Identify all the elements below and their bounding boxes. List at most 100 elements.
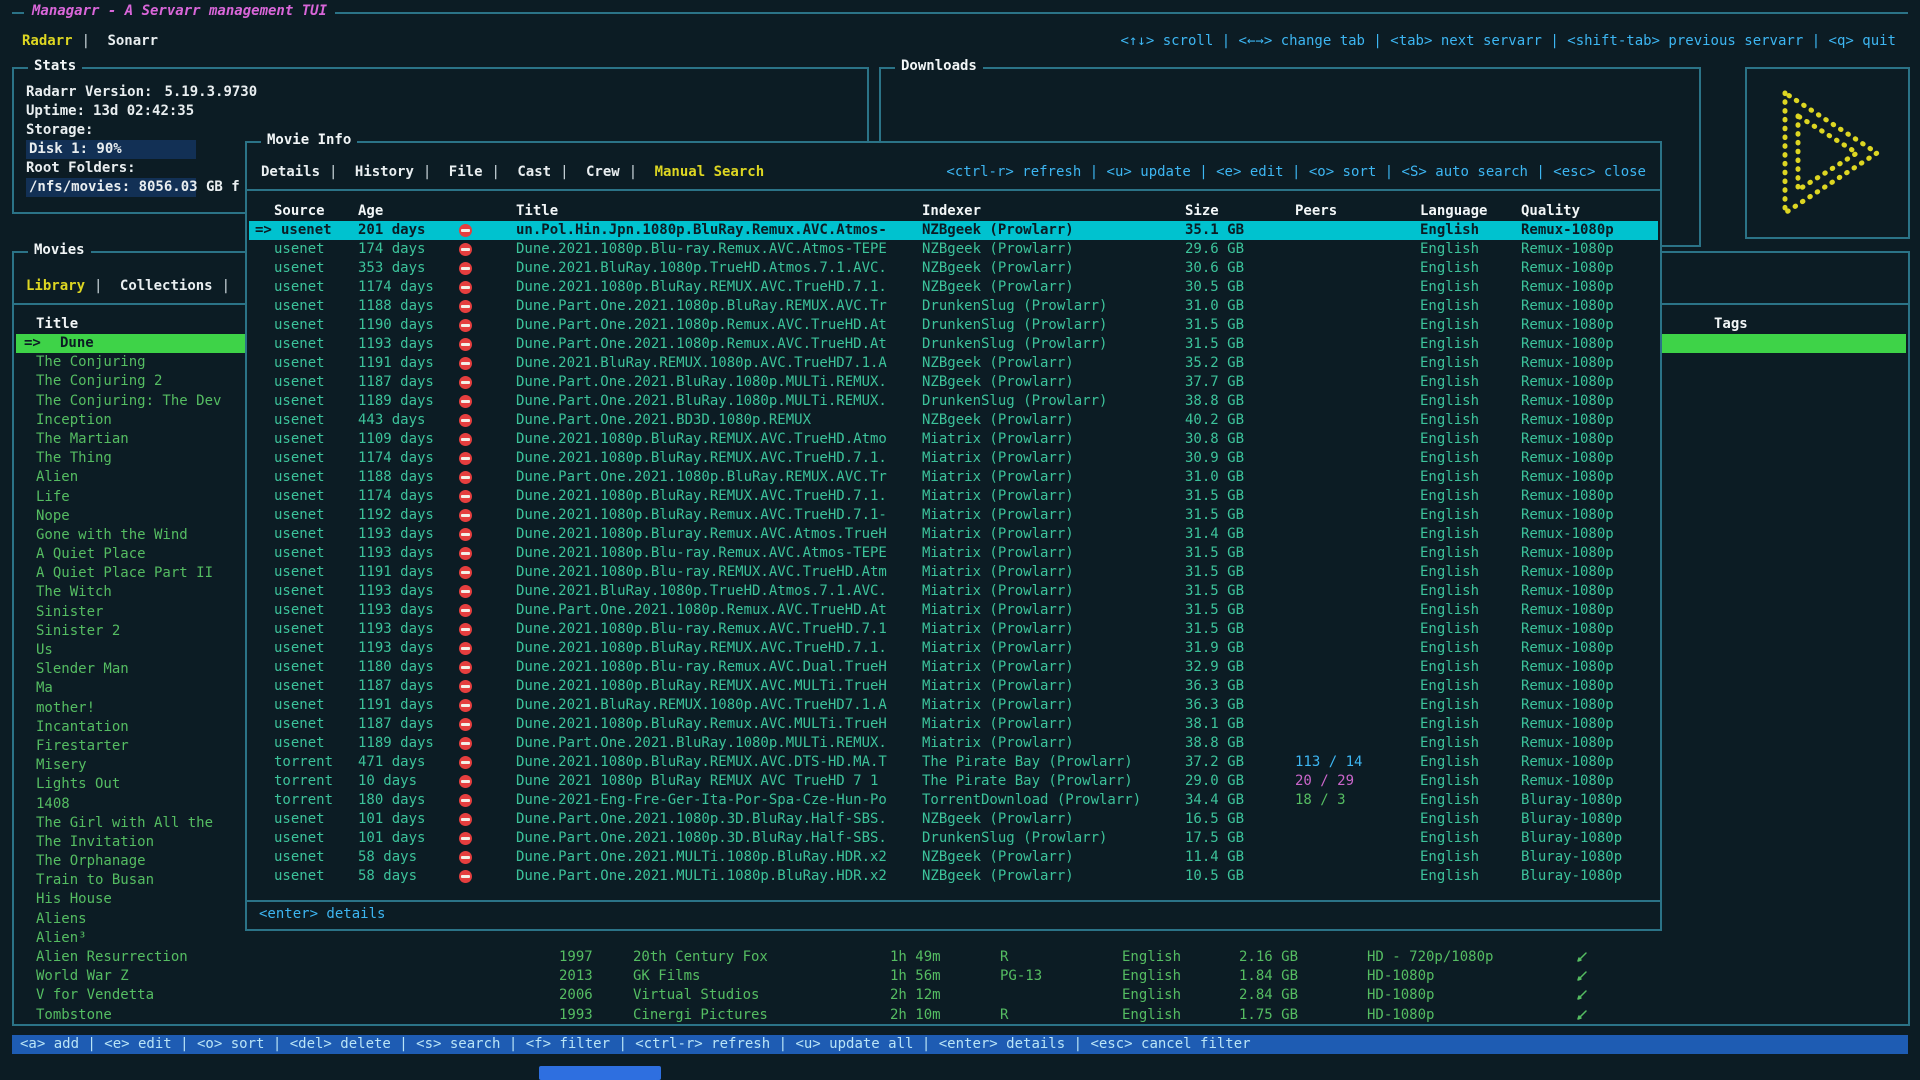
search-result-row[interactable]: usenet 1188 days Dune.Part.One.2021.1080… bbox=[249, 468, 1658, 487]
movie-title: Ma bbox=[36, 679, 53, 698]
search-result-row[interactable]: usenet 1180 days Dune.2021.1080p.Blu-ray… bbox=[249, 658, 1658, 677]
column-size: Size bbox=[1185, 202, 1219, 221]
release-quality: Remux-1080p bbox=[1521, 772, 1614, 791]
search-result-row[interactable]: usenet 101 days Dune.Part.One.2021.1080p… bbox=[249, 810, 1658, 829]
movie-title: Tombstone bbox=[36, 1006, 112, 1025]
movie-title: Train to Busan bbox=[36, 871, 154, 890]
release-indexer: Miatrix (Prowlarr) bbox=[922, 430, 1074, 449]
search-result-row[interactable]: torrent 471 days Dune.2021.1080p.BluRay.… bbox=[249, 753, 1658, 772]
movie-title: Firestarter bbox=[36, 737, 129, 756]
rejected-icon bbox=[459, 262, 472, 275]
release-size: 32.9 GB bbox=[1185, 658, 1244, 677]
release-age: 1193 days bbox=[358, 582, 434, 601]
search-result-row[interactable]: usenet 1191 days Dune.2021.BluRay.REMUX.… bbox=[249, 354, 1658, 373]
movie-size: 1.84 GB bbox=[1239, 967, 1298, 986]
rejected-icon bbox=[459, 376, 472, 389]
servarr-tab[interactable]: Sonarr bbox=[107, 33, 158, 49]
movie-title: Misery bbox=[36, 756, 87, 775]
modal-tab[interactable]: Manual Search bbox=[655, 164, 765, 180]
release-age: 1193 days bbox=[358, 601, 434, 620]
search-result-row[interactable]: usenet 353 days Dune.2021.BluRay.1080p.T… bbox=[249, 259, 1658, 278]
release-title: Dune.2021.1080p.BluRay.Remux.AVC.TrueHD.… bbox=[516, 506, 887, 525]
search-result-row[interactable]: usenet 101 days Dune.Part.One.2021.1080p… bbox=[249, 829, 1658, 848]
release-indexer: DrunkenSlug (Prowlarr) bbox=[922, 829, 1107, 848]
search-result-row[interactable]: usenet 1189 days Dune.Part.One.2021.BluR… bbox=[249, 734, 1658, 753]
column-peers: Peers bbox=[1295, 202, 1337, 221]
release-language: English bbox=[1420, 772, 1479, 791]
movie-title: Lights Out bbox=[36, 775, 120, 794]
search-result-row[interactable]: usenet 1193 days Dune.Part.One.2021.1080… bbox=[249, 335, 1658, 354]
rejected-icon bbox=[459, 433, 472, 446]
search-result-row[interactable]: usenet 1191 days Dune.2021.1080p.Blu-ray… bbox=[249, 563, 1658, 582]
servarr-tab[interactable]: Radarr bbox=[22, 33, 73, 49]
release-indexer: DrunkenSlug (Prowlarr) bbox=[922, 335, 1107, 354]
release-age: 1109 days bbox=[358, 430, 434, 449]
release-source: usenet bbox=[274, 240, 325, 259]
movie-list-row[interactable]: Alien³ bbox=[16, 929, 1906, 948]
release-language: English bbox=[1420, 601, 1479, 620]
search-result-row[interactable]: usenet 1187 days Dune.Part.One.2021.BluR… bbox=[249, 373, 1658, 392]
stat-version: Radarr Version:5.19.3.9730 bbox=[26, 83, 257, 102]
search-result-row[interactable]: usenet 1193 days Dune.Part.One.2021.1080… bbox=[249, 601, 1658, 620]
search-result-row[interactable]: usenet 1189 days Dune.Part.One.2021.BluR… bbox=[249, 392, 1658, 411]
movies-tab[interactable]: Library bbox=[26, 278, 85, 294]
search-result-row[interactable]: usenet 443 days Dune.Part.One.2021.BD3D.… bbox=[249, 411, 1658, 430]
movie-list-row[interactable]: Alien Resurrection 1997 20th Century Fox… bbox=[16, 948, 1906, 967]
search-result-row[interactable]: torrent 10 days Dune 2021 1080p BluRay R… bbox=[249, 772, 1658, 791]
rejection-cell bbox=[459, 867, 472, 886]
search-result-row[interactable]: usenet 58 days Dune.Part.One.2021.MULTi.… bbox=[249, 848, 1658, 867]
movie-title: Sinister bbox=[36, 603, 103, 622]
stat-storage-label: Storage: bbox=[26, 121, 93, 140]
release-indexer: Miatrix (Prowlarr) bbox=[922, 544, 1074, 563]
movie-list-row[interactable]: Tombstone 1993 Cinergi Pictures 2h 10m R… bbox=[16, 1006, 1906, 1025]
release-indexer: DrunkenSlug (Prowlarr) bbox=[922, 316, 1107, 335]
search-result-row[interactable]: usenet 174 days Dune.2021.1080p.Blu-ray.… bbox=[249, 240, 1658, 259]
movie-quality: HD-1080p bbox=[1367, 967, 1434, 986]
search-result-row[interactable]: usenet 1193 days Dune.2021.1080p.Blu-ray… bbox=[249, 544, 1658, 563]
movie-runtime: 1h 49m bbox=[890, 948, 941, 967]
search-result-row[interactable]: usenet 1174 days Dune.2021.1080p.BluRay.… bbox=[249, 278, 1658, 297]
movie-list-row[interactable]: V for Vendetta 2006 Virtual Studios 2h 1… bbox=[16, 986, 1906, 1005]
search-result-row[interactable]: usenet 1192 days Dune.2021.1080p.BluRay.… bbox=[249, 506, 1658, 525]
movie-list-row[interactable]: World War Z 2013 GK Films 1h 56m PG-13 E… bbox=[16, 967, 1906, 986]
rejection-cell bbox=[459, 449, 472, 468]
release-language: English bbox=[1420, 221, 1479, 240]
rejected-icon bbox=[459, 737, 472, 750]
rejection-cell bbox=[459, 525, 472, 544]
release-language: English bbox=[1420, 506, 1479, 525]
modal-tab[interactable]: Cast bbox=[517, 164, 551, 180]
search-result-row[interactable]: usenet 1193 days Dune.2021.1080p.Bluray.… bbox=[249, 525, 1658, 544]
tab-separator: | bbox=[492, 164, 500, 180]
search-result-row[interactable]: usenet 1109 days Dune.2021.1080p.BluRay.… bbox=[249, 430, 1658, 449]
search-result-row[interactable]: usenet 1190 days Dune.Part.One.2021.1080… bbox=[249, 316, 1658, 335]
release-title: Dune.Part.One.2021.1080p.Remux.AVC.TrueH… bbox=[516, 335, 887, 354]
modal-tab[interactable]: Crew bbox=[586, 164, 620, 180]
column-release-title: Title bbox=[516, 202, 558, 221]
modal-tab[interactable]: File bbox=[449, 164, 483, 180]
search-result-row[interactable]: => usenet 201 days un.Pol.Hin.Jpn.1080p.… bbox=[249, 221, 1658, 240]
search-result-row[interactable]: usenet 1174 days Dune.2021.1080p.BluRay.… bbox=[249, 449, 1658, 468]
release-size: 31.0 GB bbox=[1185, 297, 1244, 316]
release-size: 31.5 GB bbox=[1185, 316, 1244, 335]
search-result-row[interactable]: usenet 1193 days Dune.2021.1080p.Blu-ray… bbox=[249, 620, 1658, 639]
disk-usage-text: Disk 1: 90% bbox=[26, 141, 122, 157]
release-age: 1189 days bbox=[358, 392, 434, 411]
search-result-row[interactable]: torrent 180 days Dune-2021-Eng-Fre-Ger-I… bbox=[249, 791, 1658, 810]
release-size: 31.5 GB bbox=[1185, 563, 1244, 582]
search-result-row[interactable]: usenet 1187 days Dune.2021.1080p.BluRay.… bbox=[249, 677, 1658, 696]
movies-tab[interactable]: Collections bbox=[120, 278, 213, 294]
modal-tab[interactable]: History bbox=[355, 164, 414, 180]
release-size: 35.1 GB bbox=[1185, 221, 1244, 240]
rejected-icon bbox=[459, 224, 472, 237]
rejection-cell bbox=[459, 639, 472, 658]
search-result-row[interactable]: usenet 1191 days Dune.2021.BluRay.REMUX.… bbox=[249, 696, 1658, 715]
search-result-row[interactable]: usenet 58 days Dune.Part.One.2021.MULTi.… bbox=[249, 867, 1658, 886]
release-size: 36.3 GB bbox=[1185, 696, 1244, 715]
search-result-row[interactable]: usenet 1187 days Dune.2021.1080p.BluRay.… bbox=[249, 715, 1658, 734]
release-quality: Remux-1080p bbox=[1521, 335, 1614, 354]
search-result-row[interactable]: usenet 1193 days Dune.2021.1080p.BluRay.… bbox=[249, 639, 1658, 658]
search-result-row[interactable]: usenet 1174 days Dune.2021.1080p.BluRay.… bbox=[249, 487, 1658, 506]
search-result-row[interactable]: usenet 1193 days Dune.2021.BluRay.1080p.… bbox=[249, 582, 1658, 601]
search-result-row[interactable]: usenet 1188 days Dune.Part.One.2021.1080… bbox=[249, 297, 1658, 316]
modal-tab[interactable]: Details bbox=[261, 164, 320, 180]
